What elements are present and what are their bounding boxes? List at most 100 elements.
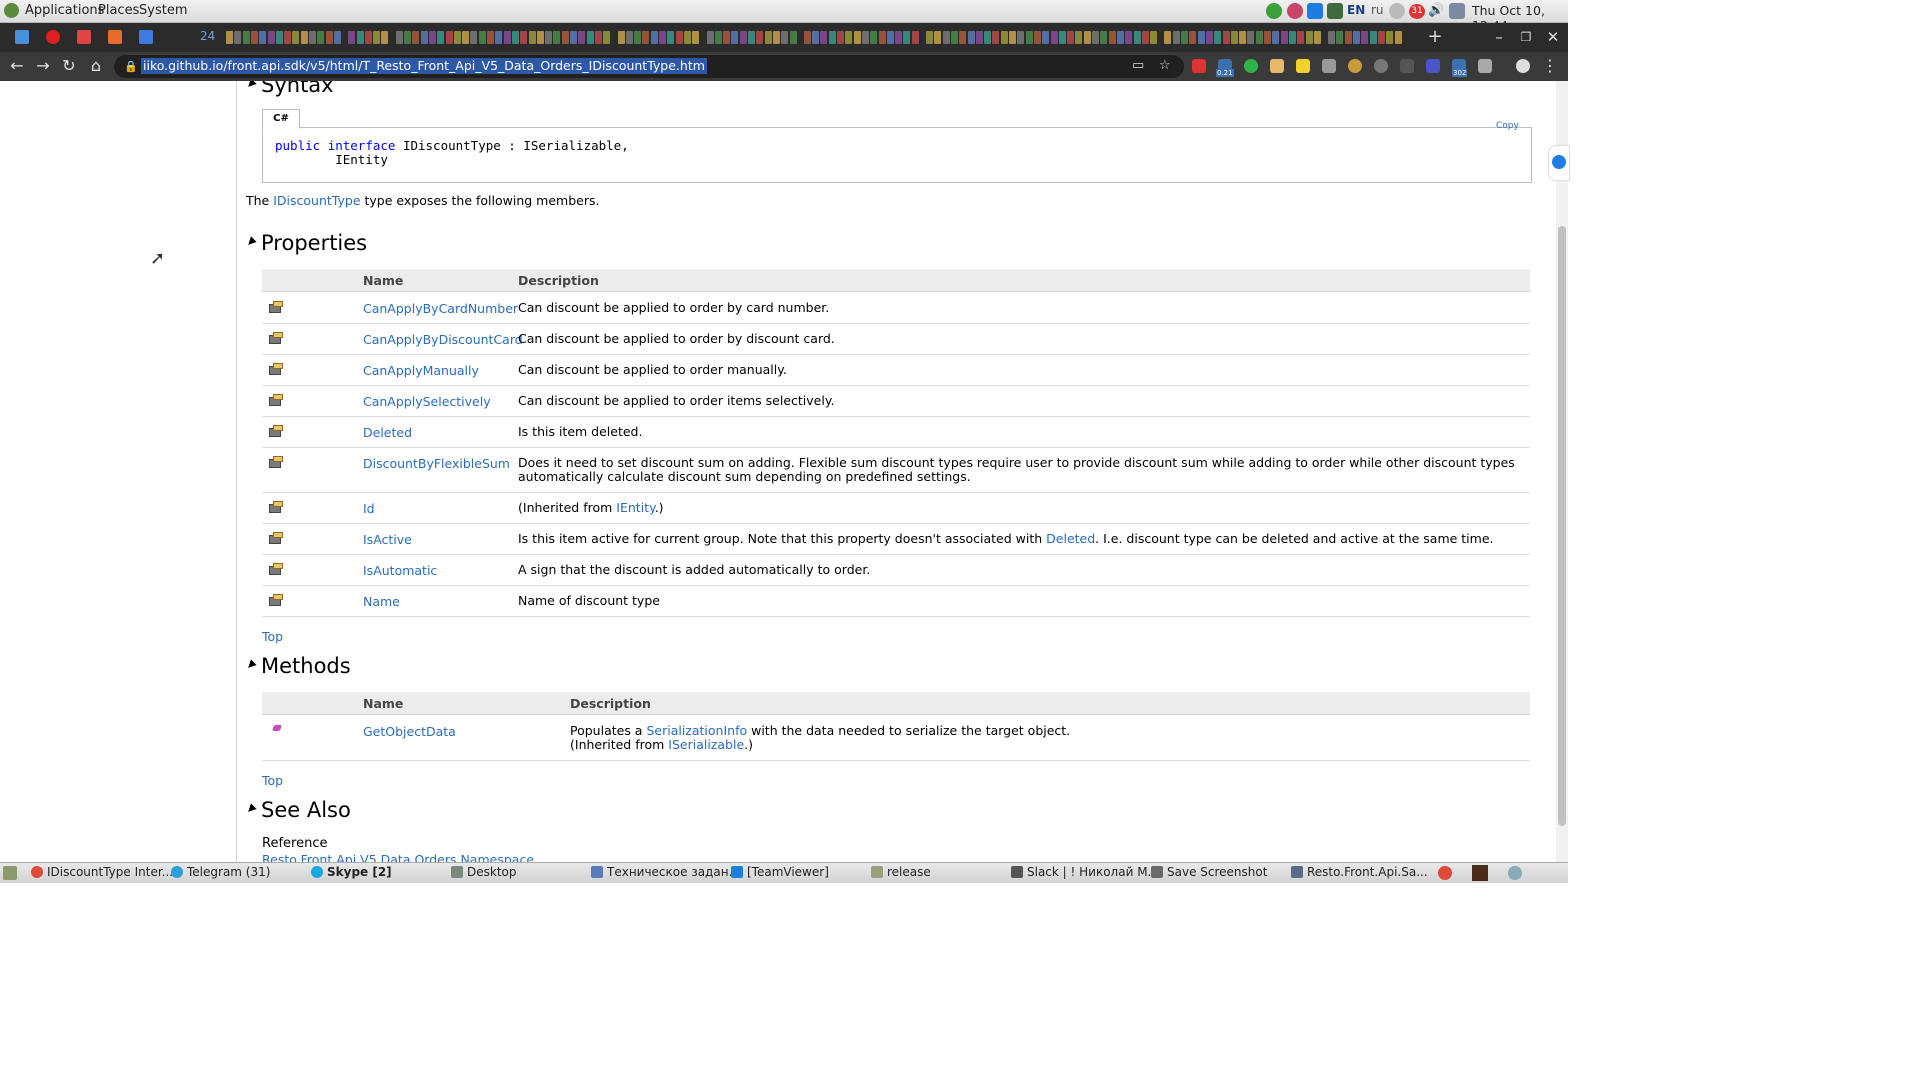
property-name-link[interactable]: CanApplyByDiscountCard (363, 332, 523, 347)
collapsed-tab-icon[interactable] (845, 31, 853, 44)
collapsed-tab-icon[interactable] (511, 31, 519, 44)
property-name-link[interactable]: Name (363, 594, 400, 609)
collapsed-tab-icon[interactable] (1042, 31, 1050, 44)
collapsed-tab-icon[interactable] (731, 31, 739, 44)
menu-applications[interactable]: Applications (25, 3, 104, 18)
collapsed-tab-icon[interactable] (1050, 31, 1058, 44)
collapsed-tab-icon[interactable] (828, 31, 836, 44)
collapsed-tab-icon[interactable] (1205, 31, 1213, 44)
collapsed-tab-icon[interactable] (903, 31, 911, 44)
address-bar[interactable]: 🔒 iiko.github.io/front.api.sdk/v5/html/T… (114, 55, 1184, 78)
star-icon[interactable]: ☆ (1159, 58, 1171, 73)
collapsed-tab-icon[interactable] (412, 31, 420, 44)
collapsed-tab-icon[interactable] (520, 31, 528, 44)
extension-5-icon[interactable] (1296, 59, 1310, 73)
collapsed-tab-icon[interactable] (1264, 31, 1271, 44)
collapsed-tab-icon[interactable] (404, 31, 411, 44)
see-also-heading[interactable]: See Also (261, 798, 351, 822)
collapsed-tab-icon[interactable] (553, 31, 561, 44)
pinned-tab-chat-icon[interactable] (15, 30, 29, 44)
collapsed-tab-icon[interactable] (950, 31, 958, 44)
keyboard-layout-primary[interactable]: EN (1347, 3, 1365, 19)
new-tab-button[interactable]: + (1426, 26, 1444, 47)
collapsed-tab-icon[interactable] (659, 31, 666, 44)
collapsed-tab-icon[interactable] (1058, 31, 1066, 44)
url-text[interactable]: iiko.github.io/front.api.sdk/v5/html/T_R… (141, 58, 707, 74)
collapsed-tab-icon[interactable] (625, 31, 633, 44)
collapsed-tab-icon[interactable] (634, 31, 642, 44)
collapsed-tab-icon[interactable] (545, 31, 553, 44)
taskbar-item-save-screenshot[interactable]: Save Screenshot (1151, 865, 1267, 879)
collapsed-tab-icon[interactable] (536, 31, 544, 44)
collapsed-tab-icon[interactable] (395, 31, 403, 44)
collapsed-tab-icon[interactable] (309, 31, 316, 44)
collapsed-tab-icon[interactable] (1172, 31, 1180, 44)
collapsed-tab-icon[interactable] (667, 31, 675, 44)
collapsed-tab-icon[interactable] (911, 31, 919, 44)
collapsed-tab-icon[interactable] (895, 31, 903, 44)
collapsed-tab-icon[interactable] (642, 31, 650, 44)
collapsed-tab-icon[interactable] (1247, 31, 1255, 44)
reload-icon[interactable]: ↻ (59, 56, 79, 76)
volume-icon[interactable]: 🔊 (1428, 3, 1444, 19)
collapsed-tab-icon[interactable] (617, 31, 625, 44)
menu-dots-icon[interactable]: ⋮ (1540, 56, 1560, 76)
profile-avatar[interactable] (1516, 59, 1530, 73)
pinned-tab-gmail-icon[interactable] (77, 30, 91, 44)
collapsed-tab-icon[interactable] (603, 31, 611, 44)
collapsed-tab-icon[interactable] (1230, 31, 1238, 44)
taskbar-item-desktop[interactable]: Desktop (451, 865, 517, 879)
collapsed-tab-icon[interactable] (650, 31, 658, 44)
pinned-tab-youtube-icon[interactable] (46, 30, 60, 44)
collapsed-tab-icon[interactable] (692, 31, 700, 44)
collapsed-tab-icon[interactable] (570, 31, 577, 44)
methods-heading[interactable]: Methods (261, 654, 351, 678)
tray-user-icon[interactable] (1449, 3, 1465, 19)
collapsed-tab-icon[interactable] (1197, 31, 1205, 44)
syntax-heading[interactable]: Syntax (261, 81, 334, 97)
extension-7-icon[interactable] (1348, 59, 1362, 73)
collapsed-tab-icon[interactable] (1141, 31, 1149, 44)
collapsed-tab-icon[interactable] (861, 31, 869, 44)
property-name-link[interactable]: Id (363, 501, 375, 516)
page-scrollbar[interactable] (1556, 81, 1568, 862)
collapsed-tab-icon[interactable] (803, 31, 811, 44)
collapsed-tab-icon[interactable] (1067, 31, 1075, 44)
collapsed-tab-icon[interactable] (250, 31, 258, 44)
collapsed-tab-icon[interactable] (1181, 31, 1188, 44)
collapsed-tab-icon[interactable] (1025, 31, 1033, 44)
cast-icon[interactable]: ▭ (1132, 58, 1144, 73)
serializationinfo-link[interactable]: SerializationInfo (646, 723, 747, 738)
collapsed-tab-icon[interactable] (1255, 31, 1263, 44)
collapsed-tab-icon[interactable] (420, 31, 428, 44)
notification-badge[interactable]: 31 (1409, 4, 1425, 19)
tray-misc-icon[interactable] (1508, 866, 1522, 880)
collapsed-tab-icon[interactable] (812, 31, 820, 44)
collapsed-tab-icon[interactable] (495, 31, 503, 44)
collapsed-tab-icon[interactable] (333, 31, 341, 44)
close-window-button[interactable]: ✕ (1544, 28, 1562, 46)
properties-heading[interactable]: Properties (261, 231, 367, 255)
extension-1-icon[interactable] (1192, 59, 1206, 73)
collapsed-tab-icon[interactable] (1108, 31, 1116, 44)
description-link[interactable]: IEntity (616, 500, 654, 515)
collapsed-tab-icon[interactable] (1394, 31, 1402, 44)
tray-disabled-icon[interactable] (1389, 3, 1405, 19)
collapsed-tab-icon[interactable] (1328, 31, 1336, 44)
collapsed-tab-icon[interactable] (1222, 31, 1230, 44)
collapsed-tab-icon[interactable] (992, 31, 1000, 44)
collapsed-tab-icon[interactable] (756, 31, 764, 44)
taskbar-item-slack[interactable]: Slack | ! Николай М... (1011, 865, 1159, 879)
collapsed-tab-icon[interactable] (267, 31, 275, 44)
collapsed-tab-icon[interactable] (1272, 31, 1280, 44)
collapsed-tab-icon[interactable] (1280, 31, 1288, 44)
collapsed-tab-icon[interactable] (1133, 31, 1141, 44)
collapsed-tab-icon[interactable] (445, 31, 453, 44)
collapsed-tab-icon[interactable] (675, 31, 683, 44)
pinned-tab-counter[interactable]: 24 (200, 29, 215, 43)
collapsed-tab-icon[interactable] (926, 31, 933, 44)
collapsed-tab-icon[interactable] (1116, 31, 1124, 44)
extension-3-icon[interactable] (1244, 59, 1258, 73)
collapsed-tab-icon[interactable] (1239, 31, 1247, 44)
collapsed-tab-icon[interactable] (706, 31, 714, 44)
